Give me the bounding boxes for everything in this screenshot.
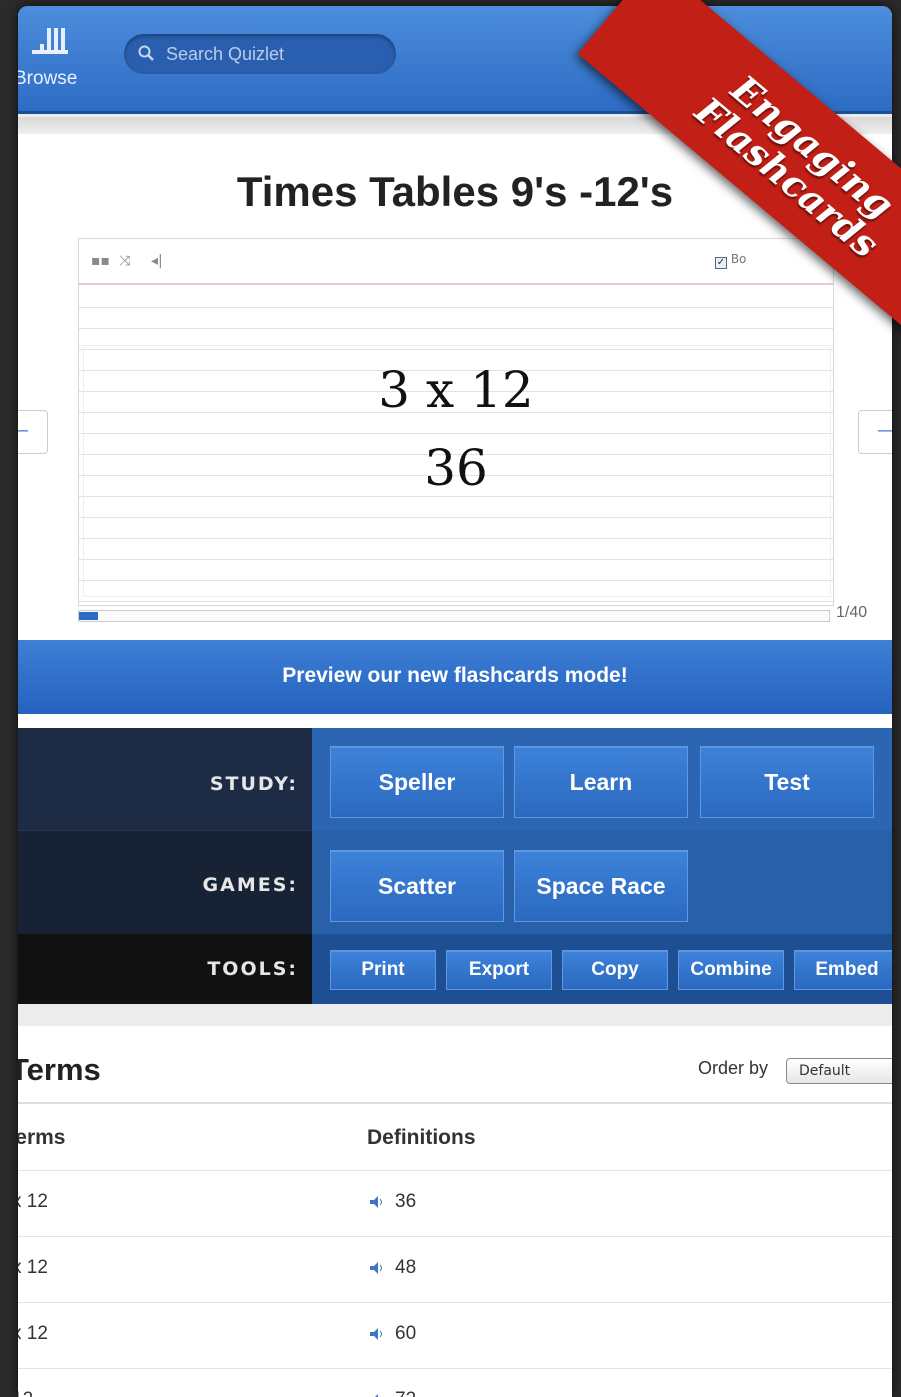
search-placeholder: Search Quizlet (166, 44, 285, 64)
combine-button[interactable]: Combine (678, 950, 784, 990)
terms-section: Terms Order by Default Terms Definitions… (18, 1026, 892, 1397)
arrow-left-icon: — (18, 420, 29, 441)
speaker-icon[interactable] (370, 1328, 384, 1340)
spacer (18, 714, 892, 728)
study-buttons: Speller Learn Test (312, 728, 892, 830)
definition-cell: 60 (395, 1323, 417, 1344)
table-row: x 12 48 (18, 1236, 892, 1302)
search-icon (138, 45, 154, 61)
games-label: GAMES: (18, 830, 312, 934)
progress-bar (78, 610, 830, 622)
table-row: x 12 60 (18, 1302, 892, 1368)
flashcard-area: Times Tables 9's -12's — — ▪▪ ⤨ ◂| ✓ Bo … (18, 134, 892, 644)
learn-button[interactable]: Learn (514, 746, 688, 818)
print-button[interactable]: Print (330, 950, 436, 990)
preview-flashcards-banner[interactable]: Preview our new flashcards mode! (18, 640, 892, 714)
speaker-icon[interactable] (370, 1262, 384, 1274)
browse-label: Browse (18, 68, 78, 89)
table-row: x 12 36 (18, 1170, 892, 1236)
divider (18, 1102, 892, 1104)
quizlet-page: Browse Search Quizlet Times Tables 9's -… (18, 6, 892, 1397)
order-by-select[interactable]: Default (786, 1058, 892, 1084)
table-row: 12 72 (18, 1368, 892, 1397)
search-input[interactable]: Search Quizlet (124, 34, 396, 74)
top-navigation-bar: Browse Search Quizlet (18, 6, 892, 114)
term-cell: x 12 (18, 1257, 48, 1278)
terms-heading: Terms (18, 1052, 101, 1087)
next-card-button[interactable]: — (858, 410, 892, 454)
spacer (18, 1004, 892, 1026)
order-by-value: Default (799, 1063, 851, 1079)
audio-icon[interactable]: ◂| (151, 253, 163, 269)
speaker-icon[interactable] (370, 1196, 384, 1208)
export-button[interactable]: Export (446, 950, 552, 990)
card-definition: 36 (424, 439, 488, 497)
page-title: Times Tables 9's -12's (236, 168, 674, 215)
study-label: STUDY: (18, 728, 312, 830)
embed-button[interactable]: Embed (794, 950, 892, 990)
study-panel: STUDY: Speller Learn Test GAMES: Scatter… (18, 728, 892, 1004)
previous-card-button[interactable]: — (18, 410, 48, 454)
test-button[interactable]: Test (700, 746, 874, 818)
fullscreen-icon[interactable]: ▪▪ (91, 253, 110, 269)
copy-button[interactable]: Copy (562, 950, 668, 990)
space-race-button[interactable]: Space Race (514, 850, 688, 922)
checkbox-checked-icon: ✓ (715, 257, 727, 269)
flashcard[interactable]: ▪▪ ⤨ ◂| ✓ Bo 3 x 12 36 (78, 238, 834, 606)
both-sides-label: Bo (730, 252, 747, 266)
browse-icon (32, 28, 68, 54)
browse-button[interactable]: Browse (18, 24, 78, 94)
shuffle-icon[interactable]: ⤨ (119, 253, 130, 269)
definition-cell: 48 (395, 1257, 417, 1278)
order-by-label: Order by (698, 1058, 769, 1078)
tools-row: TOOLS: Print Export Copy Combine Embed (18, 934, 892, 1004)
tools-buttons: Print Export Copy Combine Embed (312, 934, 892, 1004)
definition-cell: 72 (395, 1389, 416, 1397)
terms-column-header: Terms (18, 1126, 66, 1149)
term-cell: x 12 (18, 1191, 48, 1212)
games-buttons: Scatter Space Race (312, 830, 892, 934)
speller-button[interactable]: Speller (330, 746, 504, 818)
term-cell: 12 (18, 1389, 33, 1397)
study-row: STUDY: Speller Learn Test (18, 728, 892, 830)
tools-label: TOOLS: (18, 934, 312, 1004)
card-term: 3 x 12 (378, 361, 534, 419)
progress-fill (79, 612, 98, 620)
both-sides-checkbox[interactable]: ✓ Bo (715, 252, 746, 269)
games-row: GAMES: Scatter Space Race (18, 830, 892, 934)
scatter-button[interactable]: Scatter (330, 850, 504, 922)
arrow-right-icon: — (877, 420, 892, 441)
definition-cell: 36 (395, 1191, 417, 1212)
progress-count: 1/40 (836, 604, 868, 621)
term-cell: x 12 (18, 1323, 48, 1344)
definitions-column-header: Definitions (367, 1126, 476, 1149)
flashcard-toolbar: ▪▪ ⤨ ◂| ✓ Bo (79, 239, 833, 285)
